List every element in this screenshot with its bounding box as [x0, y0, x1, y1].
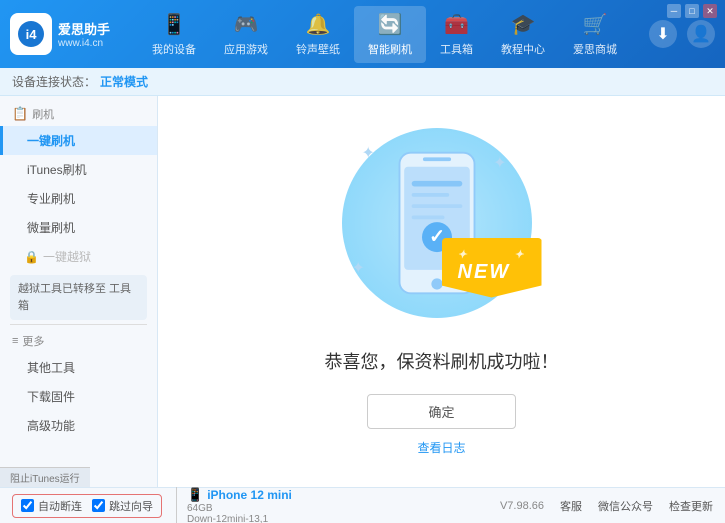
auto-disconnect-checkbox[interactable]: 自动断连 [21, 498, 82, 514]
device-info: 📱 iPhone 12 mini 64GB Down-12mini-13,1 [176, 487, 292, 523]
window-controls: ─ □ ✕ [667, 4, 717, 18]
flash-header-icon: 📋 [12, 106, 28, 122]
sparkle-3: ✦ [352, 258, 365, 278]
smart-flash-icon: 🔄 [378, 12, 403, 37]
skip-wizard-checkbox[interactable]: 跳过向导 [92, 498, 153, 514]
logo-icon: i4 [10, 13, 52, 55]
svg-text:i4: i4 [26, 27, 38, 42]
skip-wizard-input[interactable] [92, 499, 105, 512]
nav-app-store[interactable]: 🛒 爱思商城 [559, 6, 631, 63]
more-icon: ≡ [12, 335, 18, 347]
device-name: 📱 iPhone 12 mini [187, 487, 292, 503]
sidebar-item-one-click-flash[interactable]: 一键刷机 [0, 126, 157, 155]
bottom-bar: 自动断连 跳过向导 📱 iPhone 12 mini 64GB Down-12m… [0, 487, 725, 523]
nav-toolbox[interactable]: 🧰 工具箱 [426, 6, 487, 63]
itunes-status-bar[interactable]: 阻止iTunes运行 [0, 467, 90, 487]
maximize-button[interactable]: □ [685, 4, 699, 18]
circle-background: ✦ ✦ ✦ [342, 128, 532, 318]
device-phone-icon: 📱 [187, 487, 203, 503]
logo-area: i4 爱思助手 www.i4.cn [10, 13, 120, 55]
tutorials-icon: 🎓 [511, 12, 536, 37]
main-layout: 📋 刷机 一键刷机 iTunes刷机 专业刷机 微量刷机 🔒 一键越狱 [0, 96, 725, 487]
status-label: 设备连接状态： [12, 73, 96, 90]
nav-my-device[interactable]: 📱 我的设备 [138, 6, 210, 63]
nav-bar: 📱 我的设备 🎮 应用游戏 🔔 铃声壁纸 🔄 智能刷机 🧰 工具箱 🎓 [120, 6, 649, 63]
user-button[interactable]: 👤 [687, 20, 715, 48]
new-badge: ✦ ✦ NEW [442, 238, 542, 298]
device-model: Down-12mini-13,1 [187, 514, 292, 523]
sparkle-2: ✦ [493, 153, 506, 173]
ringtones-icon: 🔔 [306, 12, 331, 37]
header: ─ □ ✕ i4 爱思助手 www.i4.cn 📱 我的设备 [0, 0, 725, 68]
logo-text: 爱思助手 www.i4.cn [58, 19, 110, 49]
view-log-link[interactable]: 查看日志 [417, 439, 465, 456]
my-device-icon: 📱 [162, 12, 187, 37]
main-content: ✦ ✦ ✦ [158, 96, 725, 487]
sidebar-item-itunes-flash[interactable]: iTunes刷机 [0, 155, 157, 184]
close-button[interactable]: ✕ [703, 4, 717, 18]
sidebar-flash-header: 📋 刷机 [0, 102, 157, 126]
nav-tutorials[interactable]: 🎓 教程中心 [487, 6, 559, 63]
success-message: 恭喜您，保资料刷机成功啦！ [325, 348, 559, 374]
sidebar: 📋 刷机 一键刷机 iTunes刷机 专业刷机 微量刷机 🔒 一键越狱 [0, 96, 158, 487]
nav-ringtones[interactable]: 🔔 铃声壁纸 [282, 6, 354, 63]
bottom-left: 自动断连 跳过向导 📱 iPhone 12 mini 64GB Down-12m… [12, 487, 500, 523]
sidebar-item-download-firmware[interactable]: 下载固件 [0, 382, 157, 411]
version-label: V7.98.66 [500, 500, 544, 512]
sidebar-item-pro-flash[interactable]: 专业刷机 [0, 184, 157, 213]
sidebar-more-header: ≡ 更多 [0, 329, 157, 353]
minimize-button[interactable]: ─ [667, 4, 681, 18]
phone-illustration: ✦ ✦ ✦ [342, 128, 542, 328]
nav-smart-flash[interactable]: 🔄 智能刷机 [354, 6, 426, 63]
customer-service-link[interactable]: 客服 [560, 498, 582, 514]
sparkle-1: ✦ [362, 143, 375, 163]
sidebar-notice: 越狱工具已转移至 工具箱 [10, 275, 147, 320]
apps-games-icon: 🎮 [234, 12, 259, 37]
nav-apps-games[interactable]: 🎮 应用游戏 [210, 6, 282, 63]
check-update-link[interactable]: 检查更新 [669, 498, 713, 514]
sidebar-item-other-tools[interactable]: 其他工具 [0, 353, 157, 382]
confirm-button[interactable]: 确定 [367, 394, 515, 429]
header-right: ⬇ 👤 [649, 20, 715, 48]
wechat-link[interactable]: 微信公众号 [598, 498, 653, 514]
lock-icon: 🔒 [24, 250, 39, 264]
status-bar: 设备连接状态： 正常模式 [0, 68, 725, 96]
sidebar-item-jailbreak-disabled: 🔒 一键越狱 [0, 242, 157, 271]
sidebar-item-advanced[interactable]: 高级功能 [0, 411, 157, 440]
bottom-right: V7.98.66 客服 微信公众号 检查更新 [500, 498, 713, 514]
sidebar-divider [10, 324, 147, 325]
auto-disconnect-input[interactable] [21, 499, 34, 512]
download-button[interactable]: ⬇ [649, 20, 677, 48]
app-store-icon: 🛒 [583, 12, 608, 37]
status-value: 正常模式 [100, 73, 148, 90]
sidebar-item-save-data-flash[interactable]: 微量刷机 [0, 213, 157, 242]
device-storage: 64GB [187, 503, 292, 514]
toolbox-icon: 🧰 [444, 12, 469, 37]
